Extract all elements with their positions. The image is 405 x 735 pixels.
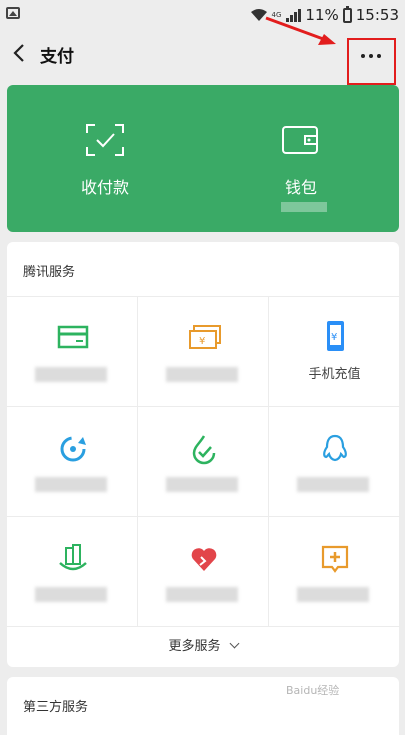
service-cell[interactable] (138, 407, 269, 517)
service-label-blurred (166, 477, 238, 492)
more-menu-button[interactable] (347, 38, 396, 85)
page-title: 支付 (40, 47, 74, 67)
clock: 15:53 (355, 6, 399, 24)
battery-icon (342, 5, 352, 23)
more-services-label: 更多服务 (168, 639, 221, 654)
service-label-blurred (297, 477, 369, 492)
more-services-button[interactable]: 更多服务 (7, 635, 399, 654)
phone-recharge-icon: ¥ (327, 321, 344, 351)
receive-pay-label: 收付款 (80, 178, 129, 197)
city-service-icon (59, 544, 87, 571)
chevron-down-icon (229, 638, 239, 649)
wallet-button[interactable]: 钱包 (203, 85, 399, 232)
wallet-label: 钱包 (284, 178, 317, 197)
service-cell[interactable] (7, 517, 138, 627)
service-cell[interactable] (7, 297, 138, 407)
service-label: 手机充值 (308, 367, 361, 382)
service-label-blurred (35, 587, 107, 602)
service-cell[interactable] (269, 517, 400, 627)
money-stack-icon: ¥ (189, 325, 221, 349)
service-label-blurred (297, 587, 369, 602)
service-cell[interactable]: ¥ (138, 297, 269, 407)
receive-pay-button[interactable]: 收付款 (7, 85, 203, 232)
section-title: 腾讯服务 (23, 265, 76, 280)
wallet-balance-blurred (281, 202, 327, 212)
qq-penguin-icon (323, 434, 347, 462)
check-drop-icon (192, 435, 216, 465)
section-title: 第三方服务 (23, 700, 89, 715)
svg-text:¥: ¥ (199, 336, 205, 347)
service-label-blurred (166, 367, 238, 382)
chevron-left-icon[interactable] (10, 42, 30, 64)
scan-check-icon (86, 124, 124, 156)
service-label-blurred (35, 477, 107, 492)
tencent-services-card: 腾讯服务 ¥ ¥ 手机充值 更多服务 (7, 242, 400, 667)
more-dot (377, 54, 381, 58)
medical-cross-icon (321, 545, 349, 573)
service-label-blurred (166, 587, 238, 602)
service-cell-phone-recharge[interactable]: ¥ 手机充值 (269, 297, 400, 407)
service-label-blurred (35, 367, 107, 382)
gallery-notification-icon (6, 7, 20, 19)
more-dot (361, 54, 365, 58)
annotation-arrow-icon (265, 16, 336, 45)
services-grid: ¥ ¥ 手机充值 (7, 296, 400, 627)
charity-heart-icon (191, 548, 217, 571)
service-cell[interactable] (138, 517, 269, 627)
pay-card: 收付款 钱包 (7, 85, 399, 232)
status-bar: 4G 11% 15:53 (0, 0, 405, 30)
wallet-icon (282, 126, 318, 154)
service-cell[interactable] (269, 407, 400, 517)
title-bar: 支付 (0, 30, 405, 76)
watermark-text: Baidu经验 (286, 684, 340, 697)
svg-text:¥: ¥ (331, 332, 337, 343)
service-cell[interactable] (7, 407, 138, 517)
card-icon (57, 325, 89, 349)
more-dot (369, 54, 373, 58)
refresh-circle-icon (60, 436, 86, 462)
watermark: Baidu经验 (286, 682, 398, 724)
